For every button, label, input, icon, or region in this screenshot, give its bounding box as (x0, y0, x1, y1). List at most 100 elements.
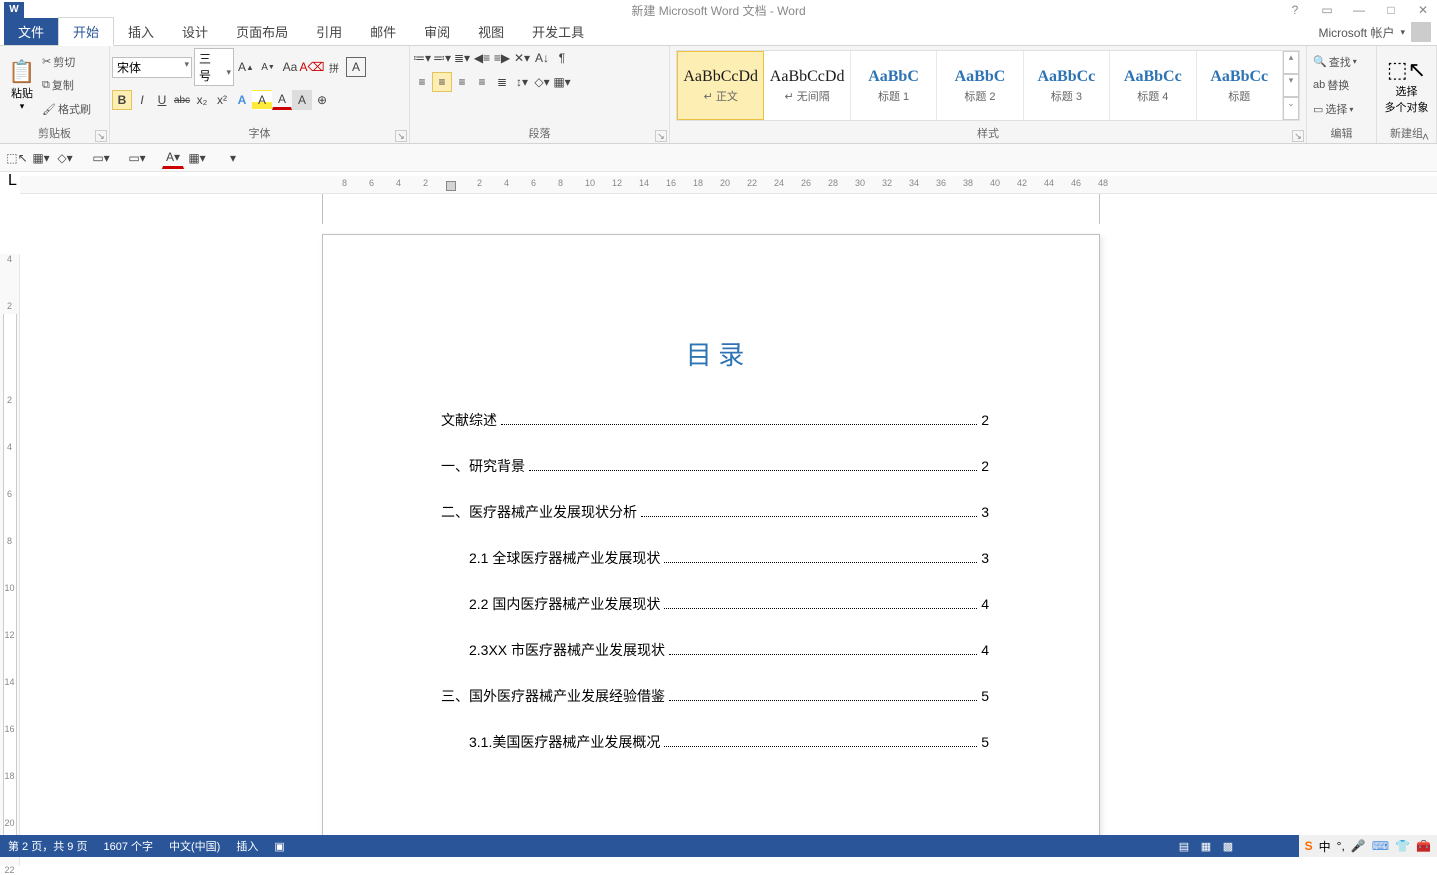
text-effects-button[interactable]: A (232, 90, 252, 110)
ime-toolbox-icon[interactable]: 🧰 (1416, 839, 1431, 853)
styles-scroll-down[interactable]: ▾ (1283, 74, 1299, 97)
account-avatar[interactable] (1411, 22, 1431, 42)
tab-review[interactable]: 审阅 (410, 18, 464, 45)
toc-entry[interactable]: 三、国外医疗器械产业发展经验借鉴5 (441, 686, 989, 706)
select-multiple-objects-button[interactable]: ⬚↖ 选择 多个对象 (1381, 48, 1432, 123)
paragraph-launcher[interactable]: ↘ (655, 130, 667, 142)
sort-button[interactable]: A↓ (532, 48, 552, 68)
increase-indent-button[interactable]: ≡▶ (492, 48, 512, 68)
view-print-layout[interactable]: ▦ (1197, 840, 1215, 853)
qat-font-color[interactable]: A▾ (162, 147, 184, 169)
tab-view[interactable]: 视图 (464, 18, 518, 45)
tab-design[interactable]: 设计 (168, 18, 222, 45)
status-language[interactable]: 中文(中国) (169, 838, 220, 854)
sogou-ime-icon[interactable]: S (1305, 839, 1313, 853)
font-family-select[interactable]: 宋体 (112, 57, 192, 78)
qat-table[interactable]: ▦▾ (30, 147, 52, 169)
grow-font-button[interactable]: A▲ (236, 57, 256, 77)
style-heading-2[interactable]: AaBbC标题 2 (937, 51, 1023, 120)
line-spacing-button[interactable]: ↕▾ (512, 72, 532, 92)
change-case-button[interactable]: Aa (280, 57, 300, 77)
align-center-button[interactable]: ≡ (432, 72, 452, 92)
toc-entry[interactable]: 2.1 全球医疗器械产业发展现状3 (441, 548, 989, 568)
styles-expand[interactable]: ⌄ (1283, 97, 1299, 120)
justify-button[interactable]: ≡ (472, 72, 492, 92)
select-button[interactable]: ▭选择▾ (1313, 101, 1370, 117)
underline-button[interactable]: U (152, 90, 172, 110)
numbering-button[interactable]: ≕▾ (432, 48, 452, 68)
tab-references[interactable]: 引用 (302, 18, 356, 45)
ime-voice-icon[interactable]: 🎤 (1351, 839, 1366, 853)
font-color-button[interactable]: A (272, 90, 292, 110)
bullets-button[interactable]: ≔▾ (412, 48, 432, 68)
maximize-button[interactable]: □ (1377, 1, 1405, 19)
font-size-select[interactable]: 三号 (194, 48, 234, 86)
ime-lang[interactable]: 中 (1319, 838, 1331, 855)
align-right-button[interactable]: ≡ (452, 72, 472, 92)
paste-button[interactable]: 📋 粘贴 ▾ (4, 48, 40, 123)
qat-shapes[interactable]: ◇▾ (54, 147, 76, 169)
superscript-button[interactable]: x² (212, 90, 232, 110)
document-page[interactable]: 目 录 文献综述2一、研究背景2二、医疗器械产业发展现状分析32.1 全球医疗器… (322, 234, 1100, 836)
char-shading-button[interactable]: A (292, 90, 312, 110)
account-label[interactable]: Microsoft 帐户 (1318, 24, 1394, 41)
distribute-button[interactable]: ≣ (492, 72, 512, 92)
style-no-spacing[interactable]: AaBbCcDd↵ 无间隔 (764, 51, 850, 120)
phonetic-guide-button[interactable]: 拼 (324, 57, 344, 77)
style-title[interactable]: AaBbCc标题 (1197, 51, 1283, 120)
tab-mailings[interactable]: 邮件 (356, 18, 410, 45)
minimize-button[interactable]: — (1345, 1, 1373, 19)
styles-scroll-up[interactable]: ▴ (1283, 51, 1299, 74)
status-insert-mode[interactable]: 插入 (236, 838, 258, 854)
help-button[interactable]: ? (1281, 1, 1309, 19)
status-page[interactable]: 第 2 页，共 9 页 (8, 838, 87, 854)
shading-button[interactable]: ◇▾ (532, 72, 552, 92)
view-web-layout[interactable]: ▩ (1219, 840, 1237, 853)
qat-table-style[interactable]: ▦▾ (186, 147, 208, 169)
tab-home[interactable]: 开始 (58, 17, 114, 46)
toc-entry[interactable]: 2.3XX 市医疗器械产业发展现状4 (441, 640, 989, 660)
strikethrough-button[interactable]: abc (172, 90, 192, 110)
enclose-char-button[interactable]: ⊕ (312, 90, 332, 110)
show-hide-marks-button[interactable]: ¶ (552, 48, 572, 68)
qat-select-objects[interactable]: ⬚↖ (6, 147, 28, 169)
subscript-button[interactable]: x₂ (192, 90, 212, 110)
ime-skin-icon[interactable]: 👕 (1395, 839, 1410, 853)
status-macro-icon[interactable]: ▣ (274, 840, 284, 853)
tab-file[interactable]: 文件 (4, 18, 58, 45)
ime-keyboard-icon[interactable]: ⌨ (1372, 839, 1389, 853)
styles-launcher[interactable]: ↘ (1292, 130, 1304, 142)
format-painter-button[interactable]: 🖌格式刷 (42, 101, 91, 117)
find-button[interactable]: 🔍查找▾ (1313, 54, 1370, 70)
style-heading-3[interactable]: AaBbCc标题 3 (1024, 51, 1110, 120)
vertical-ruler[interactable]: 42246810121416182022 (0, 254, 20, 866)
toc-entry[interactable]: 一、研究背景2 (441, 456, 989, 476)
ribbon-display-options[interactable]: ▭ (1313, 1, 1341, 19)
bold-button[interactable]: B (112, 90, 132, 110)
decrease-indent-button[interactable]: ◀≡ (472, 48, 492, 68)
toc-entry[interactable]: 2.2 国内医疗器械产业发展现状4 (441, 594, 989, 614)
clipboard-launcher[interactable]: ↘ (95, 130, 107, 142)
cut-button[interactable]: ✂剪切 (42, 54, 91, 70)
asian-layout-button[interactable]: ✕▾ (512, 48, 532, 68)
italic-button[interactable]: I (132, 90, 152, 110)
style-heading-1[interactable]: AaBbC标题 1 (851, 51, 937, 120)
tab-insert[interactable]: 插入 (114, 18, 168, 45)
status-word-count[interactable]: 1607 个字 (103, 838, 153, 854)
qat-more[interactable]: ▾ (222, 147, 244, 169)
ime-punct-icon[interactable]: °, (1337, 839, 1345, 853)
tab-developer[interactable]: 开发工具 (518, 18, 598, 45)
close-button[interactable]: ✕ (1409, 1, 1437, 19)
multilevel-list-button[interactable]: ≣▾ (452, 48, 472, 68)
toc-entry[interactable]: 3.1.美国医疗器械产业发展概况5 (441, 732, 989, 752)
shrink-font-button[interactable]: A▼ (258, 57, 278, 77)
toc-entry[interactable]: 二、医疗器械产业发展现状分析3 (441, 502, 989, 522)
qat-page-bg[interactable]: ▭▾ (126, 147, 148, 169)
borders-button[interactable]: ▦▾ (552, 72, 572, 92)
highlight-button[interactable]: A (252, 90, 272, 110)
font-launcher[interactable]: ↘ (395, 130, 407, 142)
collapse-ribbon-button[interactable]: ˄ (1422, 130, 1429, 144)
style-heading-4[interactable]: AaBbCc标题 4 (1110, 51, 1196, 120)
toc-entry[interactable]: 文献综述2 (441, 410, 989, 430)
char-border-button[interactable]: A (346, 57, 366, 77)
